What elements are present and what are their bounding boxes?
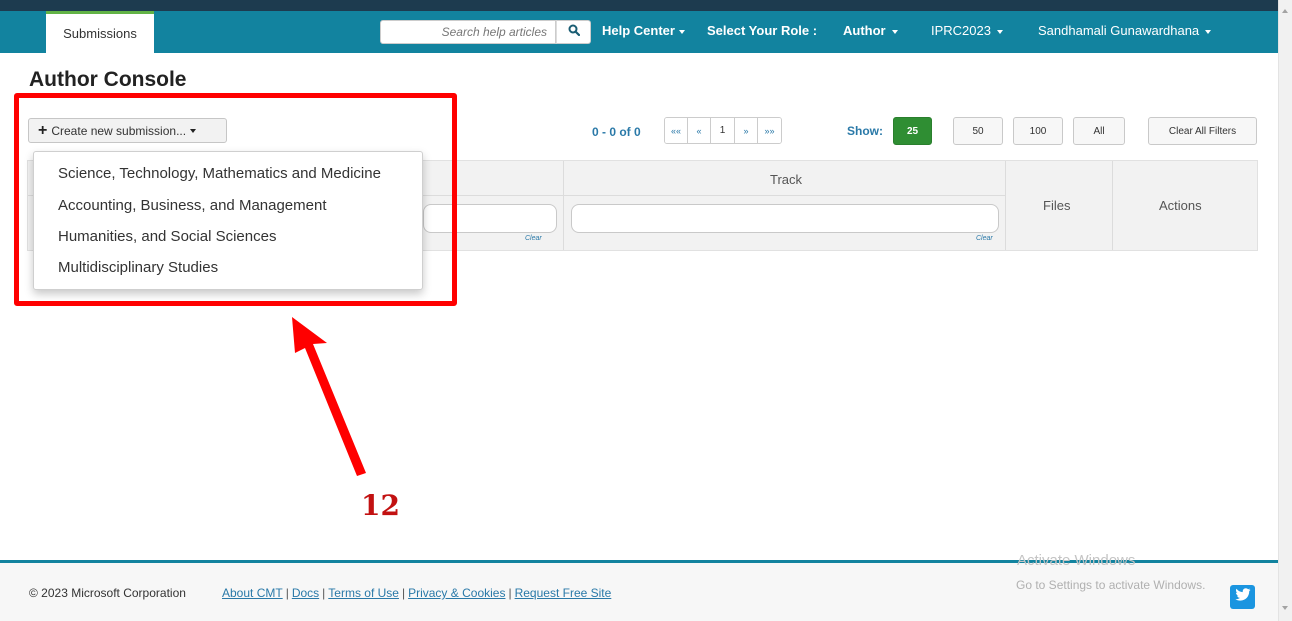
scrollbar[interactable] bbox=[1278, 0, 1292, 621]
prev-page-button[interactable]: « bbox=[688, 118, 711, 143]
show-25-button[interactable]: 25 bbox=[893, 117, 932, 145]
footer bbox=[0, 563, 1278, 621]
chevron-down-icon bbox=[1205, 29, 1212, 34]
user-menu[interactable]: Sandhamali Gunawardhana bbox=[1038, 23, 1212, 38]
watermark-title: Activate Windows bbox=[1017, 552, 1136, 569]
link-privacy[interactable]: Privacy & Cookies bbox=[408, 586, 505, 600]
separator: | bbox=[401, 586, 406, 600]
annotation-highlight-box bbox=[14, 93, 457, 306]
link-docs[interactable]: Docs bbox=[292, 586, 319, 600]
first-page-button[interactable]: «« bbox=[665, 118, 688, 143]
chevron-down-icon bbox=[678, 29, 685, 34]
column-files: Files bbox=[1005, 161, 1112, 250]
search-input[interactable] bbox=[380, 20, 556, 44]
show-label: Show: bbox=[847, 124, 883, 138]
role-label: Select Your Role : bbox=[707, 23, 818, 38]
role-menu[interactable]: Author bbox=[843, 23, 898, 38]
watermark-subtitle: Go to Settings to activate Windows. bbox=[1016, 578, 1206, 592]
page-title: Author Console bbox=[29, 68, 187, 91]
chevron-down-icon bbox=[996, 29, 1003, 34]
annotation-number: 12 bbox=[361, 489, 400, 522]
show-50-button[interactable]: 50 bbox=[953, 117, 1003, 145]
search-button[interactable] bbox=[556, 20, 591, 44]
show-all-button[interactable]: All bbox=[1073, 117, 1125, 145]
separator: | bbox=[508, 586, 512, 600]
link-request-site[interactable]: Request Free Site bbox=[515, 586, 612, 600]
annotation-arrow bbox=[292, 317, 366, 476]
separator: | bbox=[322, 586, 326, 600]
clear-filter-link[interactable]: Clear bbox=[976, 235, 993, 242]
link-about-cmt[interactable]: About CMT bbox=[222, 586, 283, 600]
copyright: © 2023 Microsoft Corporation bbox=[29, 586, 186, 600]
chevron-down-icon bbox=[891, 29, 898, 34]
search-icon bbox=[568, 23, 580, 41]
conference-menu[interactable]: IPRC2023 bbox=[931, 23, 1003, 38]
scroll-down-icon[interactable] bbox=[1282, 606, 1288, 610]
page-number-button[interactable]: 1 bbox=[711, 118, 735, 143]
separator: | bbox=[285, 586, 289, 600]
column-track: Track Clear bbox=[563, 161, 1005, 250]
tab-submissions[interactable]: Submissions bbox=[46, 11, 154, 53]
show-100-button[interactable]: 100 bbox=[1013, 117, 1063, 145]
last-page-button[interactable]: »» bbox=[758, 118, 781, 143]
twitter-button[interactable] bbox=[1230, 585, 1255, 609]
column-header-track: Track bbox=[770, 172, 803, 187]
clear-all-filters-button[interactable]: Clear All Filters bbox=[1148, 117, 1257, 145]
column-actions: Actions bbox=[1112, 161, 1257, 250]
next-page-button[interactable]: » bbox=[735, 118, 758, 143]
pagination: «« « 1 » »» bbox=[664, 117, 782, 144]
column-header-actions: Actions bbox=[1159, 198, 1202, 213]
scroll-up-icon[interactable] bbox=[1282, 9, 1288, 13]
column-header-files: Files bbox=[1043, 198, 1071, 213]
twitter-icon bbox=[1234, 587, 1251, 607]
result-count: 0 - 0 of 0 bbox=[592, 125, 641, 139]
footer-links: About CMT | Docs | Terms of Use | Privacy & Co… bbox=[222, 586, 611, 600]
track-filter-input[interactable] bbox=[571, 204, 999, 233]
help-center-menu[interactable]: Help Center bbox=[602, 23, 685, 38]
page: Submissions Help Center Select Your Role… bbox=[0, 0, 1292, 621]
link-terms[interactable]: Terms of Use bbox=[328, 586, 399, 600]
top-strip bbox=[0, 0, 1278, 11]
clear-filter-link[interactable]: Clear bbox=[525, 235, 542, 242]
